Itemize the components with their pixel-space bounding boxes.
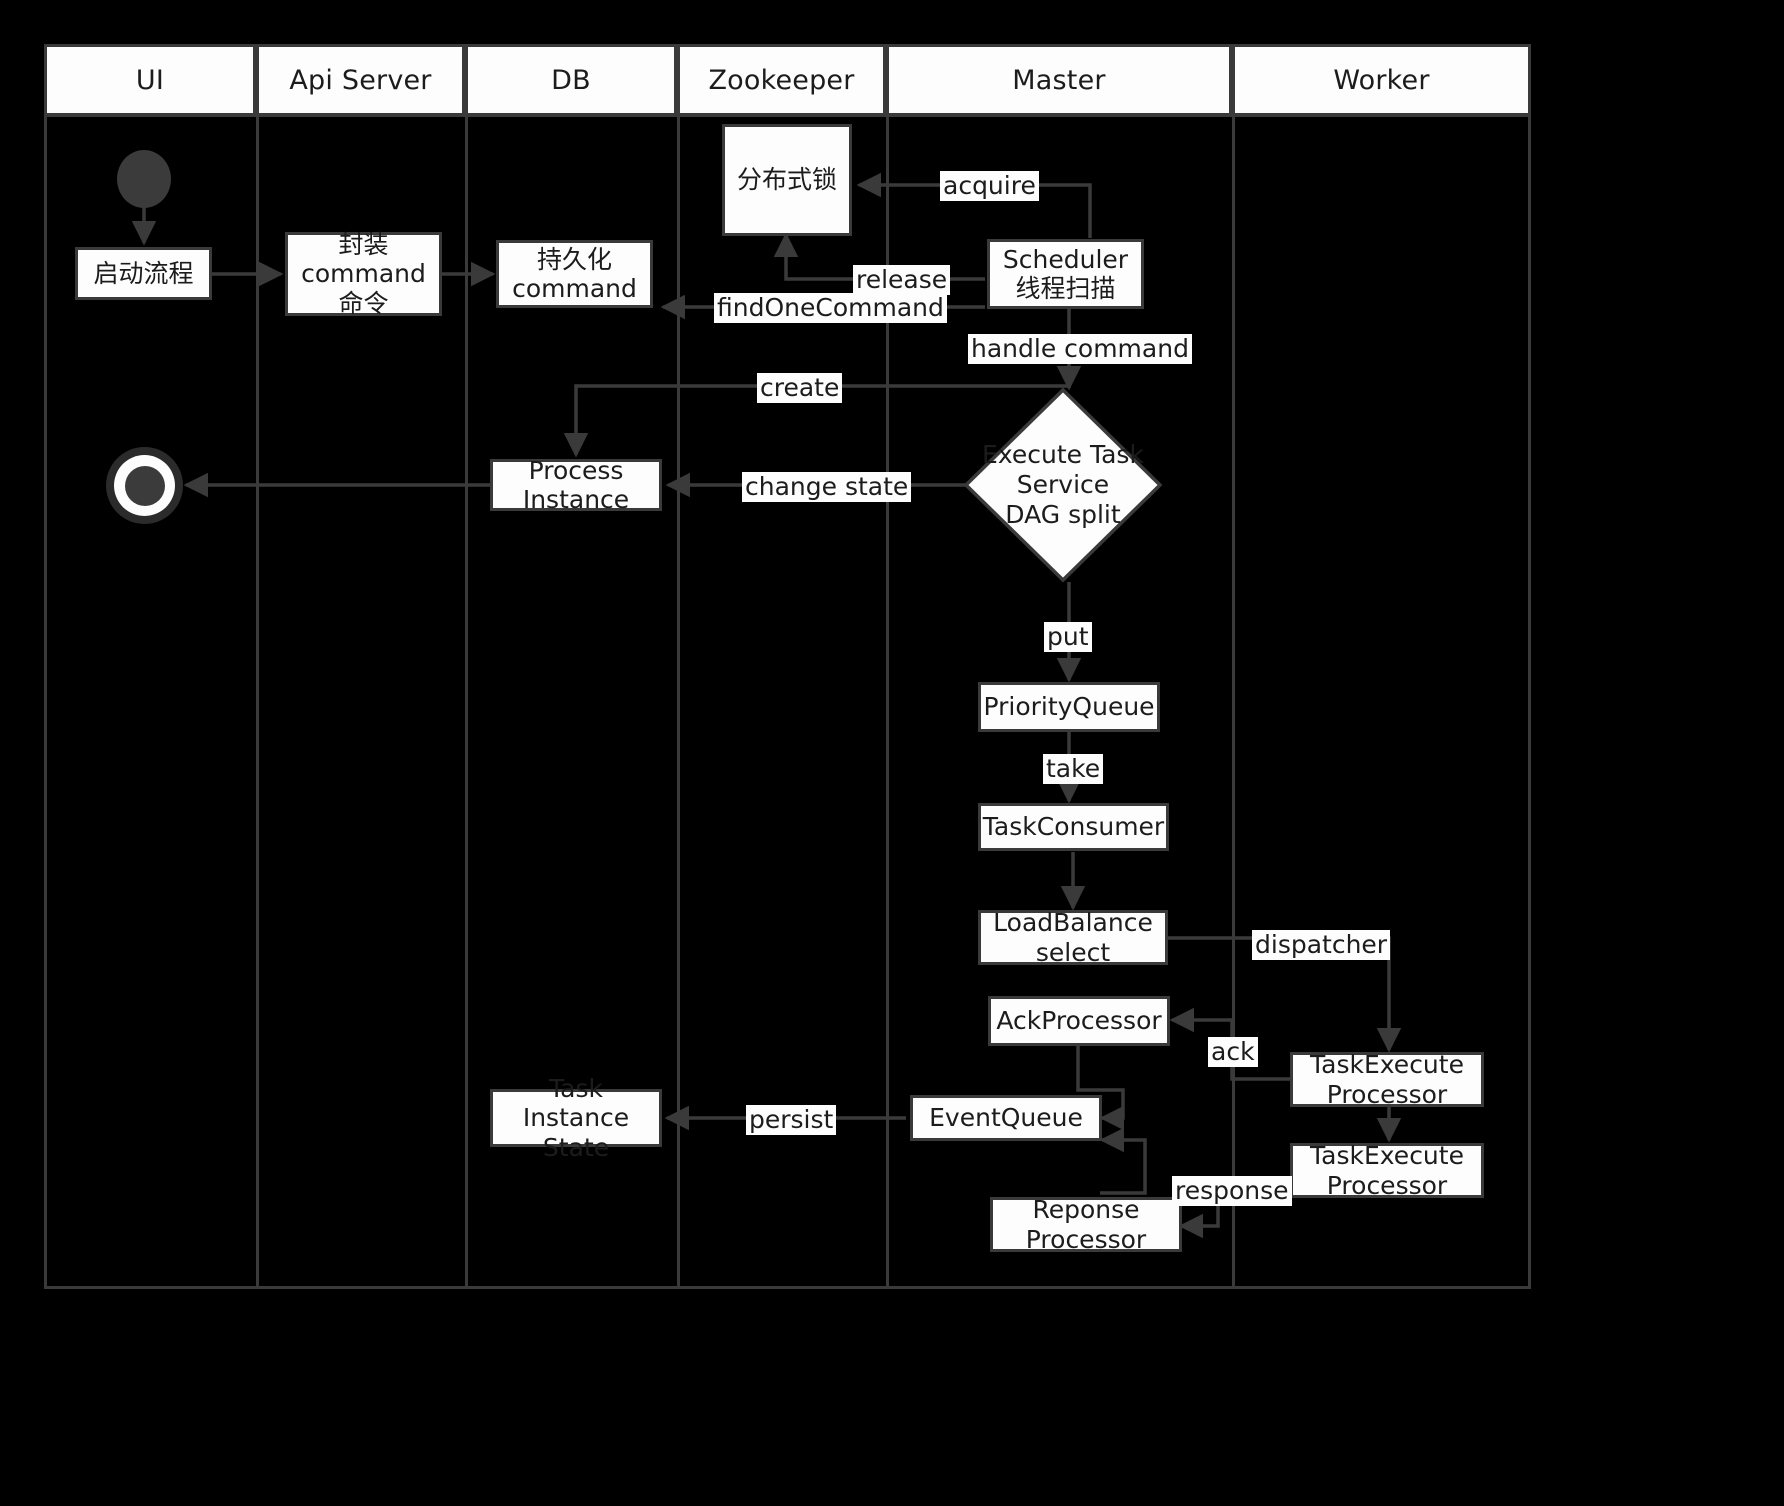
lane-divider-worker	[1232, 44, 1235, 1289]
edge-label-acquire: acquire	[940, 171, 1039, 201]
edge-label-response-text: response	[1175, 1176, 1289, 1205]
node-task-execute-processor-1-label: TaskExecute Processor	[1310, 1050, 1464, 1109]
edge-label-persist-text: persist	[749, 1105, 834, 1134]
edge-label-persist: persist	[746, 1105, 837, 1135]
node-wrap-command-label: 封装 command 命令	[301, 229, 426, 318]
edge-label-change-state: change state	[742, 472, 912, 502]
lane-header-api-server-label: Api Server	[289, 64, 432, 96]
node-distributed-lock-label: 分布式锁	[736, 165, 837, 195]
lane-divider-db	[465, 44, 468, 1289]
edge-label-find-one-command: findOneCommand	[714, 293, 947, 323]
lane-header-zookeeper: Zookeeper	[680, 47, 886, 113]
node-event-queue-label: EventQueue	[929, 1103, 1083, 1133]
node-task-consumer[interactable]: TaskConsumer	[978, 803, 1169, 851]
node-task-execute-processor-2-label: TaskExecute Processor	[1310, 1141, 1464, 1200]
lane-divider-master	[886, 44, 889, 1289]
edge-label-change-state-text: change state	[745, 472, 909, 501]
edge-label-dispatcher-text: dispatcher	[1255, 930, 1388, 959]
end-node-core	[124, 465, 165, 506]
node-distributed-lock[interactable]: 分布式锁	[722, 124, 852, 236]
node-process-instance-label: Process Instance	[522, 455, 630, 515]
edge-label-ack-text: ack	[1211, 1037, 1255, 1066]
lane-header-db: DB	[468, 47, 677, 113]
node-process-instance[interactable]: Process Instance	[490, 456, 662, 514]
lane-header-zookeeper-label: Zookeeper	[708, 64, 855, 96]
edge-label-create: create	[757, 373, 843, 403]
node-persist-command[interactable]: 持久化 command	[496, 240, 653, 308]
node-start-process[interactable]: 启动流程	[75, 247, 212, 300]
end-node	[106, 447, 183, 524]
node-scheduler[interactable]: Scheduler 线程扫描	[987, 239, 1144, 309]
lane-header-master: Master	[889, 47, 1232, 113]
edge-label-handle-command-text: handle command	[971, 334, 1189, 363]
node-ack-processor[interactable]: AckProcessor	[988, 996, 1170, 1046]
end-node-ring	[114, 455, 175, 516]
edge-label-put-text: put	[1047, 622, 1089, 651]
edge-label-response: response	[1172, 1176, 1292, 1206]
node-task-execute-processor-1[interactable]: TaskExecute Processor	[1290, 1050, 1484, 1109]
node-wrap-command[interactable]: 封装 command 命令	[285, 229, 442, 318]
lane-header-api-server: Api Server	[259, 47, 465, 113]
edge-label-release: release	[853, 265, 951, 295]
node-start-process-label: 启动流程	[93, 258, 194, 288]
node-load-balance[interactable]: LoadBalance select	[978, 908, 1168, 967]
node-reponse-processor-label: Reponse Processor	[1025, 1195, 1147, 1254]
node-reponse-processor[interactable]: Reponse Processor	[990, 1195, 1182, 1254]
node-task-execute-processor-2[interactable]: TaskExecute Processor	[1290, 1141, 1484, 1200]
lane-header-ui-label: UI	[135, 64, 165, 96]
edge-label-take: take	[1043, 754, 1104, 784]
edge-label-put: put	[1044, 622, 1092, 652]
edge-label-dispatcher: dispatcher	[1252, 930, 1391, 960]
lane-header-worker: Worker	[1235, 47, 1528, 113]
start-node	[117, 150, 171, 208]
lane-header-worker-label: Worker	[1333, 64, 1430, 96]
node-ack-processor-label: AckProcessor	[996, 1006, 1162, 1036]
node-event-queue[interactable]: EventQueue	[910, 1095, 1102, 1141]
edge-label-create-text: create	[760, 373, 840, 402]
node-execute-task-service[interactable]: Execute Task Service DAG split	[963, 387, 1163, 583]
lane-header-db-label: DB	[551, 64, 591, 96]
lane-divider-api-server	[256, 44, 259, 1289]
node-persist-command-label: 持久化 command	[512, 244, 637, 304]
edge-label-release-text: release	[856, 265, 948, 294]
edge-label-handle-command: handle command	[968, 334, 1192, 364]
lane-header-master-label: Master	[1012, 64, 1106, 96]
node-priority-queue-label: PriorityQueue	[983, 692, 1155, 722]
edge-label-find-one-command-text: findOneCommand	[717, 293, 944, 322]
node-load-balance-label: LoadBalance select	[993, 908, 1153, 967]
node-task-instance-state[interactable]: Task Instance State	[490, 1074, 662, 1162]
node-priority-queue[interactable]: PriorityQueue	[978, 682, 1160, 732]
node-task-consumer-label: TaskConsumer	[982, 812, 1165, 842]
edge-label-ack: ack	[1208, 1037, 1258, 1067]
edge-label-take-text: take	[1046, 754, 1101, 783]
lane-header-bottom-rule	[44, 113, 1531, 117]
swimlane-diagram-canvas: UI Api Server DB Zookeeper Master Worker	[0, 0, 1784, 1506]
node-scheduler-label: Scheduler 线程扫描	[1002, 244, 1129, 304]
lane-header-ui: UI	[47, 47, 256, 113]
node-task-instance-state-label: Task Instance State	[522, 1073, 630, 1162]
lane-divider-zookeeper	[677, 44, 680, 1289]
edge-label-acquire-text: acquire	[943, 171, 1036, 200]
